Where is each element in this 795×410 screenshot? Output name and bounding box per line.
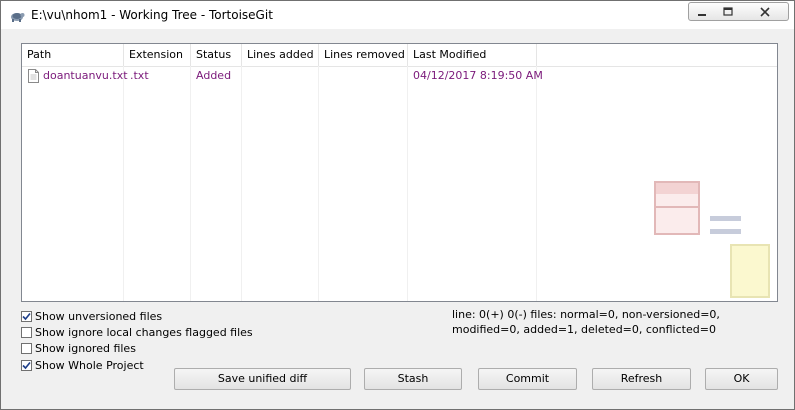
show-ignore-local-checkbox[interactable] — [21, 326, 32, 338]
close-icon — [759, 6, 770, 17]
maximize-button[interactable] — [714, 2, 742, 21]
show-unversioned-checkbox[interactable] — [21, 310, 32, 322]
checkmark-icon — [22, 312, 31, 320]
show-ignored-option[interactable]: Show ignored files — [21, 341, 136, 355]
show-ignored-checkbox[interactable] — [21, 342, 32, 354]
show-unversioned-label[interactable]: Show unversioned files — [35, 310, 162, 323]
minimize-icon — [697, 13, 706, 16]
commit-watermark-icon — [654, 181, 770, 298]
working-tree-window: E:\vu\nhom1 - Working Tree - TortoiseGit… — [0, 0, 795, 410]
save-unified-diff-button[interactable]: Save unified diff — [174, 368, 351, 390]
close-button[interactable] — [741, 2, 789, 21]
status-summary: line: 0(+) 0(-) files: normal=0, non-ver… — [452, 308, 720, 336]
commit-button[interactable]: Commit — [478, 368, 577, 390]
maximize-icon — [722, 6, 733, 16]
show-ignore-local-option[interactable]: Show ignore local changes flagged files — [21, 325, 253, 339]
window-title: E:\vu\nhom1 - Working Tree - TortoiseGit — [31, 8, 273, 22]
checkmark-icon — [22, 361, 31, 369]
show-ignored-label[interactable]: Show ignored files — [35, 342, 136, 355]
show-whole-project-checkbox[interactable] — [21, 359, 32, 371]
show-whole-project-option[interactable]: Show Whole Project — [21, 358, 144, 372]
stash-button[interactable]: Stash — [364, 368, 462, 390]
minimize-button[interactable] — [688, 2, 715, 21]
tortoisegit-icon — [11, 13, 25, 22]
title-bar[interactable]: E:\vu\nhom1 - Working Tree - TortoiseGit — [1, 1, 794, 29]
show-ignore-local-label[interactable]: Show ignore local changes flagged files — [35, 326, 253, 339]
ok-button[interactable]: OK — [705, 368, 778, 390]
show-whole-project-label[interactable]: Show Whole Project — [35, 359, 144, 372]
show-unversioned-option[interactable]: Show unversioned files — [21, 309, 162, 323]
refresh-button[interactable]: Refresh — [592, 368, 691, 390]
changed-files-list[interactable]: Path Extension Status Lines added Lines … — [21, 43, 778, 302]
